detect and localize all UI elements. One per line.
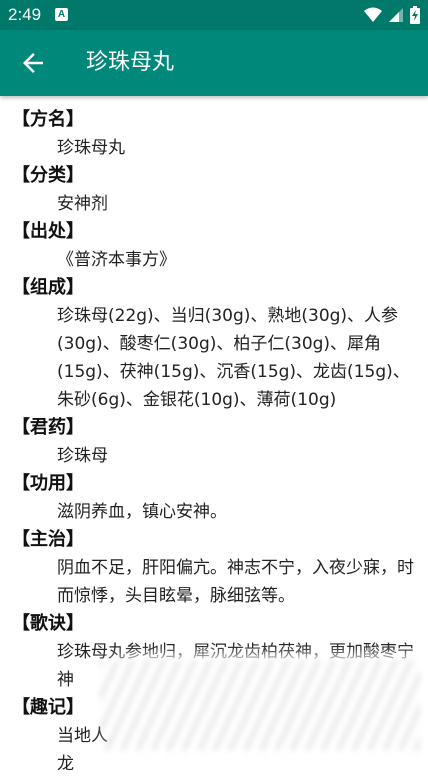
status-bar: 2:49 A bbox=[0, 0, 428, 30]
section-label-source: 【出处】 bbox=[12, 221, 84, 242]
section-value-function: 滋阴养血，镇心安神。 bbox=[57, 502, 227, 522]
battery-charging-icon bbox=[410, 6, 420, 24]
cellular-signal-icon bbox=[389, 8, 403, 22]
wifi-icon bbox=[364, 7, 382, 22]
section-label-composition: 【组成】 bbox=[12, 277, 84, 298]
notification-a-icon: A bbox=[55, 8, 68, 21]
section-value-source: 《普济本事方》 bbox=[57, 250, 176, 270]
section-label-category: 【分类】 bbox=[12, 165, 84, 186]
section-value-indication: 阴血不足，肝阳偏亢。神志不宁，入夜少寐，时而惊悸，头目眩晕，脉细弦等。 bbox=[57, 558, 414, 606]
section-label-name: 【方名】 bbox=[12, 109, 84, 130]
section-value-composition: 珍珠母(22g)、当归(30g)、熟地(30g)、人参(30g)、酸枣仁(30g… bbox=[57, 306, 410, 410]
section-label-function: 【功用】 bbox=[12, 473, 84, 494]
section-label-verse: 【歌诀】 bbox=[12, 613, 84, 634]
section-value-category: 安神剂 bbox=[57, 194, 108, 214]
section-value-name: 珍珠母丸 bbox=[57, 138, 125, 158]
app-bar: 珍珠母丸 bbox=[0, 30, 428, 96]
section-value-sovereign-herb: 珍珠母 bbox=[57, 446, 108, 466]
status-time: 2:49 bbox=[8, 5, 42, 24]
back-arrow-icon[interactable] bbox=[18, 48, 48, 78]
status-icons bbox=[364, 6, 420, 24]
section-label-indication: 【主治】 bbox=[12, 529, 84, 550]
blur-streaks bbox=[100, 660, 420, 750]
section-label-sovereign-herb: 【君药】 bbox=[12, 417, 84, 438]
page-title: 珍珠母丸 bbox=[86, 50, 175, 75]
